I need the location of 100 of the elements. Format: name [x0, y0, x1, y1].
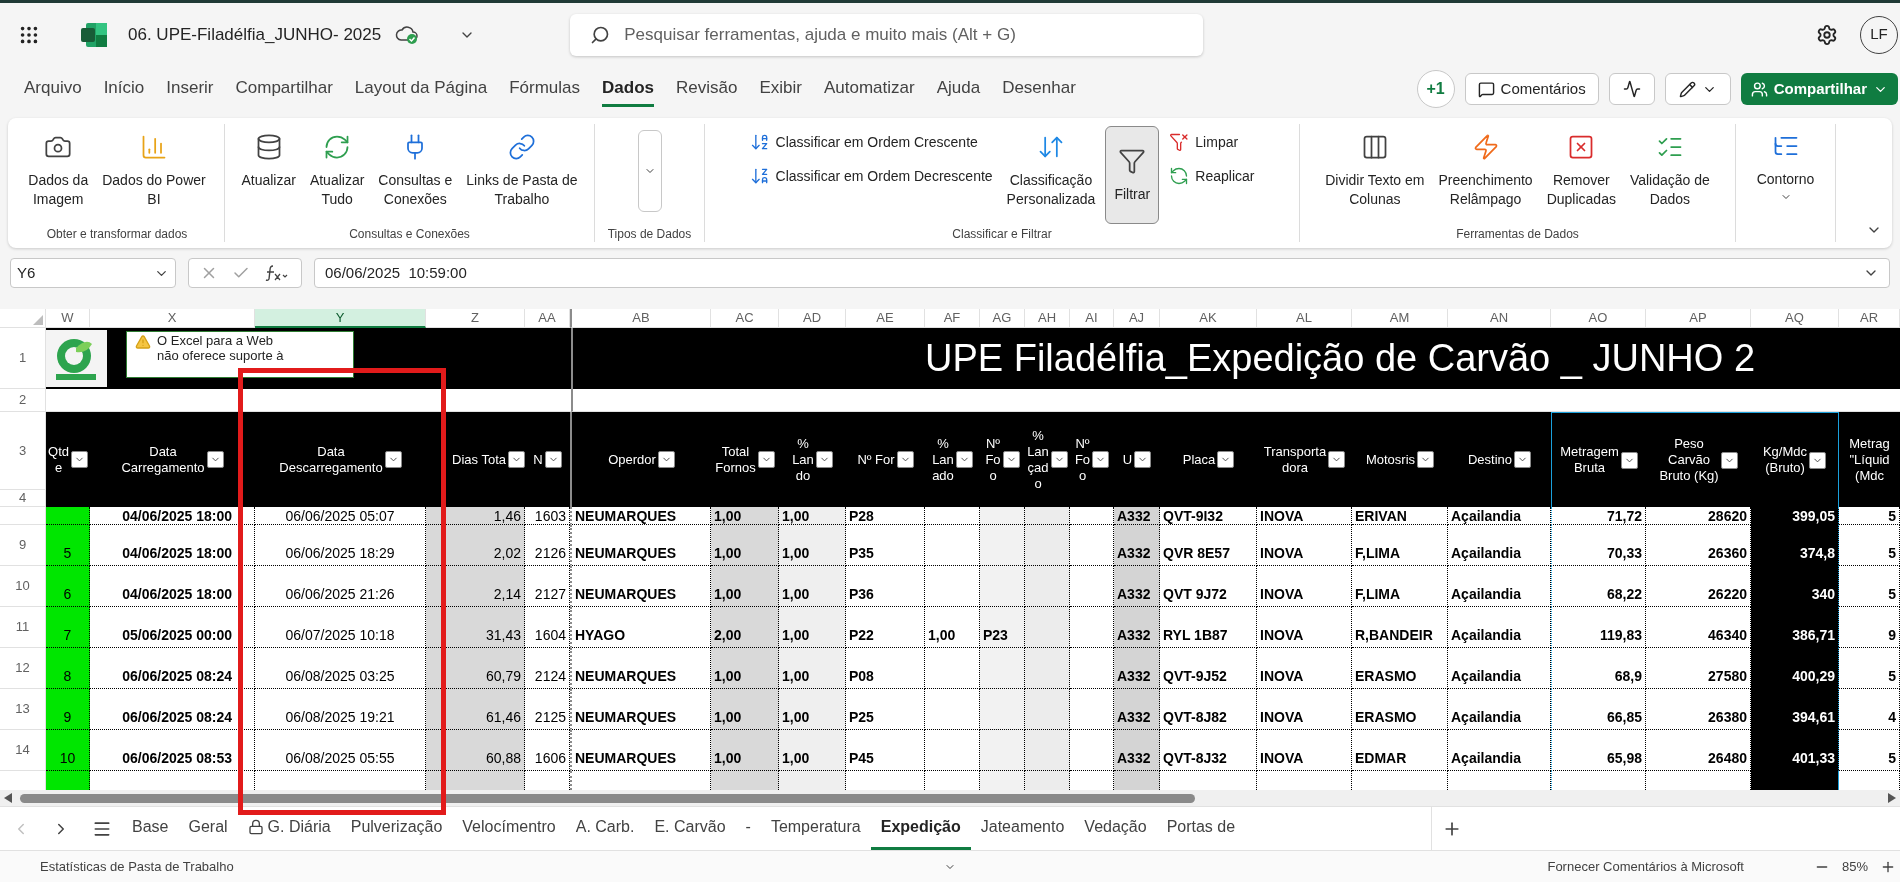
- filter-button[interactable]: [1514, 451, 1532, 468]
- presence-button[interactable]: +1: [1416, 70, 1455, 108]
- ribbon-button[interactable]: Contorno: [1753, 126, 1818, 203]
- filter-button[interactable]: [384, 451, 402, 468]
- menu-tab[interactable]: Arquivo: [24, 71, 82, 107]
- ribbon-button[interactable]: Links de Pasta de Trabalho: [462, 126, 582, 210]
- filter-button[interactable]: [1217, 451, 1235, 468]
- filter-button[interactable]: [1809, 451, 1827, 469]
- menu-tab[interactable]: Desenhar: [1002, 71, 1076, 107]
- column-letter[interactable]: Y: [255, 309, 426, 328]
- ribbon-button[interactable]: Dividir Texto em Colunas: [1321, 126, 1429, 210]
- sheet-tab[interactable]: Jateamento: [970, 807, 1075, 850]
- menu-tab[interactable]: Dados: [602, 71, 654, 107]
- menu-tab[interactable]: Inserir: [166, 71, 214, 107]
- ribbon-button[interactable]: Consultas e Conexões: [374, 126, 457, 210]
- sheet-tab[interactable]: G. Diária: [237, 807, 341, 850]
- ribbon-button[interactable]: Filtrar: [1105, 126, 1160, 224]
- filter-button[interactable]: [1092, 451, 1110, 468]
- menu-tab[interactable]: Exibir: [759, 71, 802, 107]
- ribbon-button[interactable]: Validação de Dados: [1625, 126, 1714, 210]
- table-cell: ERASMO: [1352, 648, 1448, 689]
- row-number[interactable]: 9: [0, 525, 46, 566]
- sheet-tab[interactable]: Portas de: [1156, 807, 1246, 850]
- sheet-tab[interactable]: Vedação: [1074, 807, 1157, 850]
- ribbon-button[interactable]: Classificar em Ordem Decrescente: [745, 162, 997, 190]
- sheet-tab[interactable]: Base: [122, 807, 179, 850]
- scrollbar-thumb[interactable]: [20, 793, 1195, 803]
- filter-button[interactable]: [896, 451, 914, 468]
- filter-button[interactable]: [1417, 451, 1435, 468]
- filter-button[interactable]: [955, 451, 973, 468]
- filter-button[interactable]: [1134, 451, 1152, 468]
- ribbon-button[interactable]: Reaplicar: [1165, 162, 1259, 190]
- sheet-tab[interactable]: Pulverização: [340, 807, 453, 850]
- menu-tab[interactable]: Automatizar: [823, 71, 915, 107]
- filter-button[interactable]: [757, 451, 775, 468]
- reapply-icon: [1169, 166, 1190, 186]
- search-bar[interactable]: Pesquisar ferramentas, ajuda e muito mais (Alt + G): [570, 13, 1204, 56]
- ribbon-button[interactable]: Classificar em Ordem Crescente: [745, 128, 997, 156]
- feedback-link[interactable]: Fornecer Comentários à Microsoft: [1547, 856, 1744, 877]
- ribbon-button[interactable]: Dados do Power BI: [98, 126, 210, 210]
- filter-button[interactable]: [657, 451, 675, 468]
- sheet-tab[interactable]: E. Carvão: [644, 807, 736, 850]
- ribbon-button[interactable]: Limpar: [1165, 128, 1259, 156]
- status-text[interactable]: Estatísticas de Pasta de Trabalho: [40, 856, 234, 877]
- zoom-level[interactable]: 85%: [1841, 856, 1868, 877]
- file-name[interactable]: 06. UPE-Filadélfia_JUNHO- 2025: [128, 21, 382, 48]
- ribbon-button[interactable]: Classificação Personalizada: [1002, 126, 1100, 210]
- filter-button[interactable]: [544, 451, 562, 468]
- table-cell: [711, 771, 779, 790]
- sheet-tab[interactable]: Geral: [178, 807, 238, 850]
- table-cell: 400,29: [1751, 648, 1839, 689]
- filter-button[interactable]: [1002, 451, 1020, 468]
- table-cell: 1,00: [779, 730, 846, 771]
- filter-button[interactable]: [1720, 451, 1738, 469]
- excel-logo-icon[interactable]: [80, 20, 108, 49]
- filter-button[interactable]: [1620, 451, 1638, 469]
- name-box[interactable]: Y6: [10, 258, 176, 288]
- filter-button[interactable]: [1328, 451, 1346, 468]
- row-number[interactable]: 14: [0, 730, 46, 771]
- filter-button[interactable]: [815, 451, 833, 468]
- menu-tab[interactable]: Revisão: [676, 71, 738, 107]
- row-number[interactable]: 4: [0, 490, 46, 507]
- table-cell: F,LIMA: [1352, 525, 1448, 566]
- filter-button[interactable]: [1050, 451, 1068, 468]
- scroll-right-icon[interactable]: [1888, 793, 1896, 803]
- filter-button[interactable]: [206, 451, 224, 468]
- activity-button[interactable]: [1608, 73, 1655, 105]
- search-field[interactable]: Pesquisar ferramentas, ajuda e muito mais (Alt + G): [624, 21, 1184, 48]
- ribbon-button[interactable]: Remover Duplicadas: [1542, 126, 1620, 210]
- row-number[interactable]: 12: [0, 648, 46, 689]
- row-number[interactable]: 2: [0, 389, 46, 412]
- formula-field[interactable]: 06/06/2025 10:59:00: [314, 258, 1890, 288]
- sheet-tab[interactable]: -: [735, 807, 761, 850]
- ribbon-button[interactable]: Dados da Imagem: [24, 126, 93, 210]
- row-number[interactable]: 3: [0, 412, 46, 490]
- row-number[interactable]: 13: [0, 689, 46, 730]
- table-cell: 61,46: [426, 689, 525, 730]
- menu-tab[interactable]: Layout da Página: [354, 71, 488, 107]
- sheet-tab[interactable]: Velocímentro: [452, 807, 566, 850]
- cloud-check-icon[interactable]: [395, 24, 420, 45]
- function-icon[interactable]: [264, 264, 290, 282]
- menu-tab[interactable]: Fórmulas: [509, 71, 581, 107]
- settings-icon[interactable]: [1816, 23, 1838, 46]
- ribbon-button[interactable]: Atualizar: [237, 126, 300, 191]
- share-button[interactable]: Compartilhar: [1740, 73, 1898, 105]
- menu-tab[interactable]: Compartilhar: [235, 71, 333, 107]
- table-cell: 60,79: [426, 648, 525, 689]
- menu-tab[interactable]: Ajuda: [936, 71, 981, 107]
- menu-tab[interactable]: Início: [103, 71, 145, 107]
- scroll-left-icon[interactable]: [4, 793, 12, 803]
- ribbon-button[interactable]: Atualizar Tudo: [305, 126, 369, 210]
- table-cell: 1603: [525, 507, 570, 525]
- comments-button[interactable]: Comentários: [1464, 73, 1599, 105]
- row-number[interactable]: 1: [0, 328, 46, 389]
- row-number[interactable]: 11: [0, 607, 46, 648]
- ribbon-button[interactable]: Preenchimento Relâmpago: [1434, 126, 1537, 210]
- editing-button[interactable]: [1664, 73, 1731, 105]
- sheet-tab[interactable]: Temperatura: [760, 807, 871, 850]
- sheet-tab[interactable]: A. Carb.: [565, 807, 645, 850]
- row-number[interactable]: 10: [0, 566, 46, 607]
